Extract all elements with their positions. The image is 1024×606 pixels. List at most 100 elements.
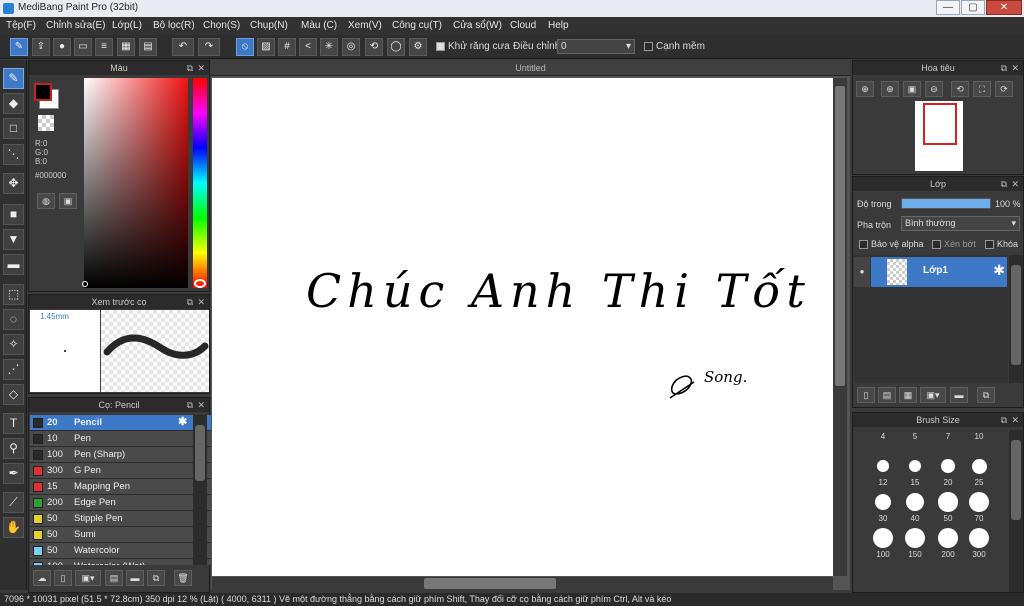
ellipse-snap-icon[interactable]: ◯: [387, 38, 405, 56]
adjust-select[interactable]: 0 ▾: [557, 39, 635, 54]
snap-settings-icon[interactable]: ⚙: [409, 38, 427, 56]
scrollbar-thumb[interactable]: [424, 578, 556, 589]
antialias-checkbox[interactable]: Khử răng cưa: [436, 41, 510, 52]
minimize-button[interactable]: —: [936, 0, 960, 15]
brush-list-item[interactable]: 15 Mapping Pen: [30, 479, 220, 495]
menu-edit[interactable]: Chỉnh sửa(E): [46, 20, 106, 31]
brush-size-option[interactable]: 12: [868, 460, 898, 494]
brush-size-option[interactable]: 200: [933, 528, 963, 566]
close-icon[interactable]: ✕: [1011, 61, 1019, 75]
color-history-icon[interactable]: ▣: [59, 193, 77, 209]
divide-tool-icon[interactable]: ⚲: [3, 438, 24, 459]
brush-list-item[interactable]: 20 Pencil ✱: [30, 415, 220, 431]
brush-list-item[interactable]: 50 Watercolor: [30, 543, 220, 559]
brush-list-item[interactable]: 100 Watercolor (Wet): [30, 559, 220, 565]
comment-icon[interactable]: ●: [53, 38, 71, 56]
new-layer-icon[interactable]: ▯: [857, 387, 875, 403]
protect-alpha-checkbox[interactable]: Bảo vệ alpha: [859, 239, 924, 250]
undock-icon[interactable]: ⧉: [187, 61, 193, 75]
select-eraser-tool-icon[interactable]: ◇: [3, 384, 24, 405]
brush-list-item[interactable]: 100 Pen (Sharp): [30, 447, 220, 463]
canvas-paper[interactable]: Chúc Anh Thi Tốt Song.: [212, 78, 833, 576]
select-tool-icon[interactable]: ⬚: [3, 284, 24, 305]
undock-icon[interactable]: ⧉: [1001, 177, 1007, 191]
zoom-actual-icon[interactable]: ▣: [903, 81, 921, 97]
brush-size-option[interactable]: 4: [868, 430, 898, 460]
scrollbar-thumb[interactable]: [1011, 265, 1021, 365]
brush-list-item[interactable]: 200 Edge Pen: [30, 495, 220, 511]
export-icon[interactable]: ⇪: [32, 38, 50, 56]
close-icon[interactable]: ✕: [197, 295, 205, 309]
menu-filter[interactable]: Bộ lọc(R): [153, 20, 195, 31]
menu-window[interactable]: Cửa sổ(W): [453, 20, 502, 31]
navigator-thumbnail[interactable]: [915, 101, 963, 171]
color-palette-icon[interactable]: ◍: [37, 193, 55, 209]
eraser-tool-icon[interactable]: ◆: [3, 93, 24, 114]
soft-edge-checkbox[interactable]: Cạnh mềm: [644, 41, 705, 52]
dot-tool-icon[interactable]: ⋱: [3, 144, 24, 165]
zoom-out-icon[interactable]: ⊖: [925, 81, 943, 97]
vanishing-snap-icon[interactable]: <: [299, 38, 317, 56]
speech-icon[interactable]: ▭: [74, 38, 92, 56]
lock-checkbox[interactable]: Khóa: [985, 239, 1018, 250]
layer-row[interactable]: Lớp1 ✱: [871, 257, 1007, 287]
cross-snap-icon[interactable]: #: [278, 38, 296, 56]
cloud-brush-icon[interactable]: ☁: [33, 570, 51, 586]
brush-list-item[interactable]: 50 Sumi: [30, 527, 220, 543]
maximize-button[interactable]: ▢: [961, 0, 985, 15]
brush-list-item[interactable]: 10 Pen: [30, 431, 220, 447]
brush-size-option[interactable]: 50: [933, 492, 963, 530]
canvas-horizontal-scrollbar[interactable]: [212, 577, 833, 590]
menu-tools[interactable]: Công cụ(T): [392, 20, 442, 31]
brush-size-option[interactable]: 100: [868, 528, 898, 566]
blend-mode-select[interactable]: Bình thường ▾: [901, 216, 1020, 231]
curve-snap-icon[interactable]: ⟲: [365, 38, 383, 56]
brush-mode-icon[interactable]: ✎: [10, 38, 28, 56]
layer-scrollbar[interactable]: [1009, 255, 1023, 383]
menu-layer[interactable]: Lớp(L): [112, 20, 142, 31]
brush-size-option[interactable]: 30: [868, 493, 898, 530]
circle-snap-icon[interactable]: ◎: [342, 38, 360, 56]
brush-size-option[interactable]: 20: [933, 459, 963, 494]
redo-icon[interactable]: ↷: [198, 38, 220, 56]
saturation-value-field[interactable]: [84, 78, 188, 288]
lasso-tool-icon[interactable]: ◌: [3, 309, 24, 330]
layout-icon[interactable]: ▤: [139, 38, 157, 56]
brush-size-option[interactable]: 300: [964, 528, 994, 566]
rotate-right-icon[interactable]: ⟳: [995, 81, 1013, 97]
canvas-tab[interactable]: Untitled: [211, 60, 850, 76]
document-icon[interactable]: ≡: [95, 38, 113, 56]
menu-help[interactable]: Help: [548, 20, 569, 31]
menu-file[interactable]: Tệp(F): [6, 20, 36, 31]
brush-size-option[interactable]: 40: [900, 493, 930, 530]
bucket-tool-icon[interactable]: ▼: [3, 229, 24, 250]
close-icon[interactable]: ✕: [197, 398, 205, 412]
clipping-checkbox[interactable]: Xén bớt: [932, 239, 976, 250]
brush-folder-icon[interactable]: ▬: [126, 570, 144, 586]
brush-size-option[interactable]: 15: [900, 459, 930, 494]
undock-icon[interactable]: ⧉: [1001, 413, 1007, 427]
text-tool-icon[interactable]: T: [3, 413, 24, 434]
hue-slider-handle[interactable]: [194, 279, 206, 288]
brush-size-option[interactable]: 5: [900, 430, 930, 460]
brush-list-item[interactable]: 300 G Pen: [30, 463, 220, 479]
brush-list-item[interactable]: 50 Stipple Pen: [30, 511, 220, 527]
new-brush-icon[interactable]: ▯: [54, 570, 72, 586]
sv-picker-handle[interactable]: [82, 281, 88, 287]
brush-size-option[interactable]: 150: [900, 528, 930, 566]
brush-tool-icon[interactable]: ✎: [3, 68, 24, 89]
menu-capture[interactable]: Chụp(N): [250, 20, 288, 31]
opacity-slider[interactable]: [901, 198, 991, 209]
undock-icon[interactable]: ⧉: [187, 398, 193, 412]
close-icon[interactable]: ✕: [1011, 413, 1019, 427]
close-button[interactable]: ✕: [986, 0, 1022, 15]
delete-brush-icon[interactable]: 🗑: [174, 570, 192, 586]
zoom-fit-icon[interactable]: ⊕: [856, 81, 874, 97]
rotate-left-icon[interactable]: ⟲: [951, 81, 969, 97]
navigator-viewport[interactable]: [923, 103, 957, 145]
undock-icon[interactable]: ⧉: [187, 295, 193, 309]
foreground-color-swatch[interactable]: [34, 83, 52, 101]
gear-icon[interactable]: ✱: [178, 415, 187, 430]
fill-rect-tool-icon[interactable]: ■: [3, 204, 24, 225]
scrollbar-thumb[interactable]: [1011, 440, 1021, 520]
